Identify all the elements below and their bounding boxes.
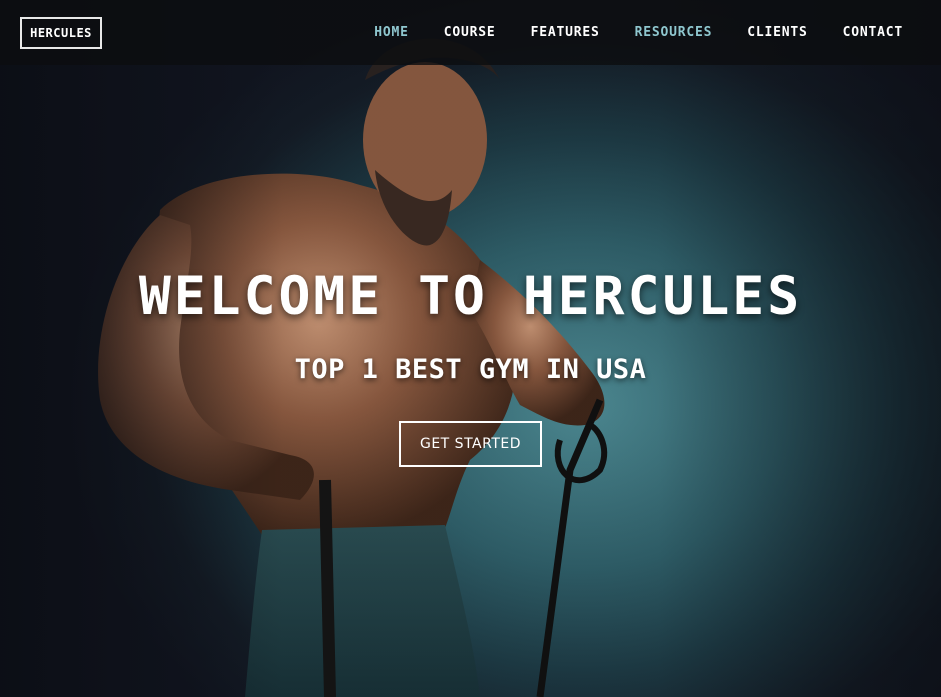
hero-subtitle: TOP 1 BEST GYM IN USA bbox=[294, 354, 647, 385]
hero-title: WELCOME TO HERCULES bbox=[138, 266, 803, 327]
hero-section: WELCOME TO HERCULES TOP 1 BEST GYM IN US… bbox=[0, 0, 941, 697]
landing-page: HERCULES HOME COURSE FEATURES RESOURCES … bbox=[0, 0, 941, 697]
get-started-label: GET STARTED bbox=[419, 436, 521, 452]
get-started-button[interactable]: GET STARTED bbox=[399, 421, 542, 467]
